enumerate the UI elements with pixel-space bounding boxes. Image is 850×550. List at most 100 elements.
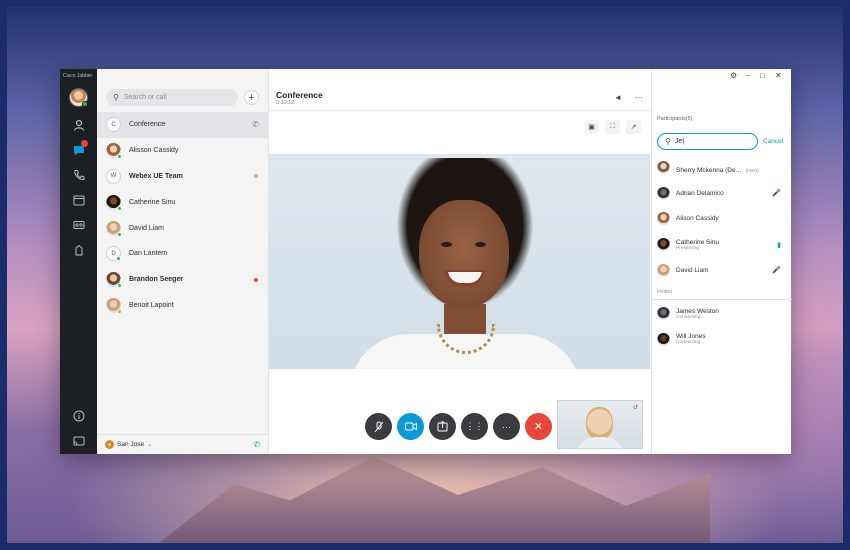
contacts-icon[interactable] [72,118,85,131]
end-call-button[interactable]: ✕ [525,413,552,440]
contact-item[interactable]: David Liam [97,215,269,241]
layout-icon[interactable]: ▣ [584,120,599,134]
participant-item[interactable]: Sherry Mckenna (De... (Host) [652,155,792,181]
invited-list: James Weston Connecting... Will Jones Co… [652,301,792,352]
more-button[interactable]: ··· [493,413,520,440]
participant-avatar [657,332,670,346]
participant-avatar [657,263,670,277]
more-options-icon[interactable]: ··· [635,93,643,102]
contact-avatar [106,297,122,314]
phone-services-icon[interactable]: ✆ [253,440,260,449]
invited-item[interactable]: Will Jones Connecting... [652,327,792,353]
help-icon[interactable] [72,409,85,422]
contact-item[interactable]: Brandon Seeger [97,267,269,293]
contact-name: Webex UE Team [129,172,183,180]
audio-settings-icon[interactable]: ◄ [614,93,622,102]
popout-icon[interactable]: ↗ [626,120,641,134]
search-input[interactable]: ⚲ Search or call [106,89,238,106]
contact-item-conference[interactable]: C Conference ✆ [97,112,269,138]
participant-name: Alison Cassidy [676,215,719,223]
calls-icon[interactable] [72,168,85,181]
presence-dot [82,101,88,107]
mountain-illustration [150,456,710,550]
participants-title: Participants(5) [657,116,693,122]
participant-item[interactable]: Catherine Sinu Presenting ▮ [652,232,792,258]
share-button[interactable] [429,413,456,440]
participant-item[interactable]: Adrian Delamico 🎤 [652,181,792,207]
unread-badge [81,140,88,147]
eye [475,242,486,247]
cancel-button[interactable]: Cancel [763,138,783,145]
cast-icon[interactable] [72,434,85,447]
mute-button[interactable] [365,413,392,440]
self-body [576,437,624,448]
settings-icon[interactable]: ⚙ [730,71,737,80]
participant-avatar [657,307,670,321]
chat-icon[interactable] [72,140,88,156]
contacts-pane: ⚲ Search or call + C Conference ✆ Alisso… [97,69,269,454]
contact-item[interactable]: W Webex UE Team [97,164,269,190]
contact-avatar: D [106,246,121,262]
eye [441,242,452,247]
participant-avatar [657,161,670,175]
location-footer: ● San Jose ⌄ ✆ [97,434,269,454]
participant-name: David Liam [676,266,709,274]
participant-item[interactable]: Alison Cassidy [652,206,792,232]
contact-item[interactable]: Benoit Lapoint [97,293,269,319]
unread-indicator [254,174,258,179]
contact-avatar: C [106,117,121,133]
host-tag: (Host) [745,168,759,174]
call-title: Conference [276,90,323,100]
contact-avatar [106,220,122,237]
participant-name: Sherry Mckenna (De... [676,166,742,174]
presence-dot [117,231,122,237]
contact-name: Conference [129,121,166,129]
contact-list: C Conference ✆ Alisson Cassidy W Webex U… [97,112,269,318]
self-face [586,407,613,440]
voicemail-icon[interactable] [72,218,85,231]
participant-search-input[interactable]: ⚲ Je| [657,133,758,150]
location-label[interactable]: San Jose [117,441,144,448]
contact-name: Brandon Seeger [129,276,184,284]
participant-name: Catherine Sinu [676,238,719,246]
participant-name: James Weston [676,307,719,315]
fullscreen-icon[interactable]: ⛶ [605,120,620,134]
presence-dot [117,154,122,160]
self-view[interactable]: ↺ [557,400,643,449]
contact-avatar [106,194,122,211]
keypad-button[interactable]: ⋮⋮ [461,413,488,440]
app-title: Cisco Jabber [63,73,93,79]
presence-dot [117,205,122,211]
invited-item[interactable]: James Weston Connecting... [652,301,792,327]
minimize-icon[interactable]: – [746,71,750,80]
muted-mic-icon: 🎤 [772,267,781,275]
search-placeholder: Search or call [123,94,167,101]
unread-indicator [254,277,258,282]
search-icon: ⚲ [665,137,671,146]
contact-avatar [106,143,122,160]
meetings-icon[interactable] [72,193,85,206]
participant-item[interactable]: David Liam 🎤 [652,257,792,283]
video-button[interactable] [397,413,424,440]
participant-status: Connecting... [676,340,705,346]
contact-item[interactable]: Alisson Cassidy [97,138,269,164]
participant-avatar [657,212,670,226]
participant-status: Presenting [676,245,699,251]
active-mic-icon: ▮ [777,241,781,249]
close-icon[interactable]: ✕ [775,71,782,80]
speaker-face [419,200,509,308]
custom-tab-icon[interactable] [72,243,85,256]
chevron-down-icon[interactable]: ⌄ [147,441,152,448]
call-controls: ⋮⋮ ··· ✕ [365,413,552,440]
main-video [269,154,650,369]
maximize-icon[interactable]: □ [760,71,765,80]
jabber-window: Cisco Jabber ⚲ Search or call + C Confer… [60,69,792,454]
search-icon: ⚲ [113,93,119,102]
contact-name: Catherine Sinu [129,198,176,206]
contact-item[interactable]: D Dan Lantern [97,241,269,267]
my-avatar[interactable] [69,88,88,107]
contact-item[interactable]: Catherine Sinu [97,189,269,215]
add-button[interactable]: + [244,90,259,105]
swap-icon[interactable]: ↺ [633,404,638,411]
contact-name: Benoit Lapoint [129,301,174,309]
